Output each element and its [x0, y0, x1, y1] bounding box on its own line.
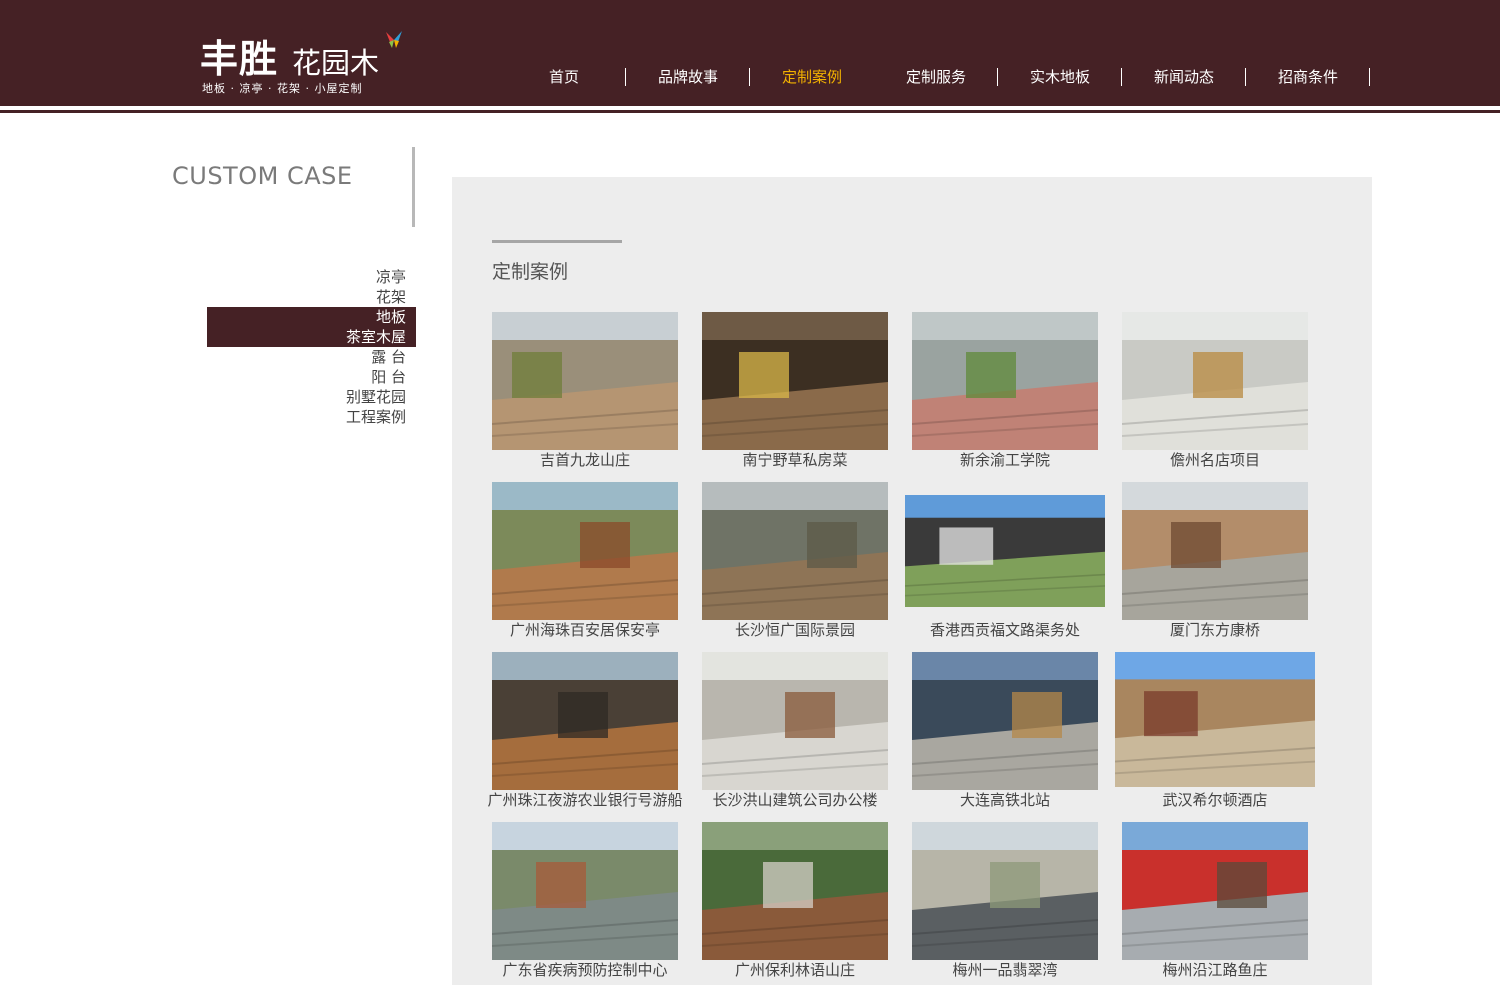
riverside-restaurant-photo[interactable] [1122, 822, 1308, 960]
nav-custom-service[interactable]: 定制服务 [874, 66, 998, 88]
case-caption[interactable]: 新余渝工学院 [900, 450, 1110, 470]
nav-solid-wood-floor[interactable]: 实木地板 [998, 66, 1122, 88]
case-caption[interactable]: 南宁野草私房菜 [690, 450, 900, 470]
sidebar-item-engineering[interactable]: 工程案例 [207, 407, 416, 427]
sidebar-item-flooring[interactable]: 地板 [207, 307, 416, 327]
sidebar-item-pavilion[interactable]: 凉亭 [207, 267, 416, 287]
long-pergola-photo[interactable] [912, 822, 1098, 960]
header-divider [0, 110, 1500, 113]
nav-custom-cases[interactable]: 定制案例 [750, 66, 874, 88]
waterside-deck-photo[interactable] [492, 822, 678, 960]
logo-tagline: 地板 · 凉亭 · 花架 · 小屋定制 [202, 82, 363, 95]
case-caption[interactable]: 梅州一品翡翠湾 [900, 960, 1110, 980]
case-caption[interactable]: 厦门东方康桥 [1110, 620, 1320, 640]
main-nav: 首页 品牌故事 定制案例 定制服务 实木地板 新闻动态 招商条件 [502, 66, 1370, 88]
case-caption[interactable]: 大连高铁北站 [900, 790, 1110, 810]
steel-pergola-photo[interactable] [905, 495, 1105, 607]
backyard-deck-photo[interactable] [702, 822, 888, 960]
nav-news[interactable]: 新闻动态 [1122, 66, 1246, 88]
sidebar-title-bar [412, 147, 415, 227]
nav-franchise[interactable]: 招商条件 [1246, 66, 1370, 88]
content-title: 定制案例 [492, 261, 569, 283]
butterfly-icon [386, 31, 402, 48]
case-caption[interactable]: 吉首九龙山庄 [480, 450, 690, 470]
station-planters-photo[interactable] [912, 652, 1098, 790]
rooftop-garden-photo[interactable] [912, 312, 1098, 450]
logo-wordmark: 丰胜 [200, 37, 279, 81]
sidebar-item-balcony[interactable]: 阳 台 [207, 367, 416, 387]
case-caption[interactable]: 儋州名店项目 [1110, 450, 1320, 470]
sidebar-menu: 凉亭 花架 地板 茶室木屋 露 台 阳 台 别墅花园 工程案例 [207, 267, 416, 427]
case-caption[interactable]: 香港西贡福文路渠务处 [900, 620, 1110, 640]
nav-home[interactable]: 首页 [502, 66, 626, 88]
content-panel: 定制案例 吉首九龙山庄 南宁野草私房菜 新余渝工学院 儋州名店项目广州海珠百安居保安亭… [452, 177, 1372, 985]
wooden-fence-photo[interactable] [1122, 312, 1308, 450]
case-caption[interactable]: 广东省疾病预防控制中心 [480, 960, 690, 980]
wood-deck-railing-photo[interactable] [492, 312, 678, 450]
sidebar-item-villa-garden[interactable]: 别墅花园 [207, 387, 416, 407]
nav-brand-story[interactable]: 品牌故事 [626, 66, 750, 88]
sidebar-item-pergola[interactable]: 花架 [207, 287, 416, 307]
case-caption[interactable]: 广州保利林语山庄 [690, 960, 900, 980]
guard-booth-photo[interactable] [492, 482, 678, 620]
site-header: 丰胜 花园木 地板 · 凉亭 · 花架 · 小屋定制 首页 品牌故事 定制案例 … [0, 0, 1500, 106]
case-caption[interactable]: 武汉希尔顿酒店 [1110, 790, 1320, 810]
garden-pavilion-photo[interactable] [1122, 482, 1308, 620]
case-caption[interactable]: 长沙洪山建筑公司办公楼 [690, 790, 900, 810]
sidebar-item-terrace[interactable]: 露 台 [207, 347, 416, 367]
case-caption[interactable]: 长沙恒广国际景园 [690, 620, 900, 640]
content-title-bar [492, 240, 622, 243]
logo-subtitle: 花园木 [292, 46, 380, 80]
case-caption[interactable]: 广州珠江夜游农业银行号游船 [480, 790, 690, 810]
boat-deck-photo[interactable] [492, 652, 678, 790]
sidebar-item-tea-house[interactable]: 茶室木屋 [207, 327, 416, 347]
case-caption[interactable]: 广州海珠百安居保安亭 [480, 620, 690, 640]
case-caption[interactable]: 梅州沿江路鱼庄 [1110, 960, 1320, 980]
site-logo[interactable]: 丰胜 花园木 地板 · 凉亭 · 花架 · 小屋定制 [200, 18, 415, 98]
office-balconies-photo[interactable] [702, 652, 888, 790]
hotel-entrance-photo[interactable] [1115, 652, 1315, 787]
restaurant-storefront-photo[interactable] [702, 312, 888, 450]
sidebar-title: CUSTOM CASE [172, 162, 353, 190]
pond-boardwalk-photo[interactable] [702, 482, 888, 620]
